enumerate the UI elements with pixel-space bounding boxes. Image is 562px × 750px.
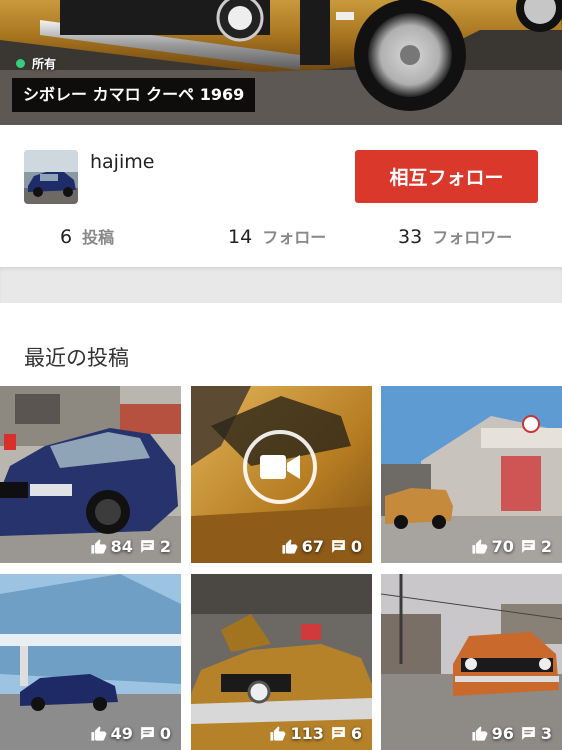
comment-icon: [140, 540, 154, 553]
post-tile[interactable]: 96 3: [381, 574, 562, 750]
like-count: 96: [491, 724, 514, 743]
comment-count: 0: [159, 724, 171, 743]
comment-count: 2: [540, 537, 552, 556]
like-count: 67: [301, 537, 324, 556]
thumbs-up-icon: [270, 726, 286, 741]
post-stats: 70 2: [471, 537, 552, 556]
cover-photo[interactable]: 所有 シボレー カマロ クーペ 1969: [0, 0, 562, 125]
comment-count: 3: [540, 724, 552, 743]
status-dot-icon: [16, 59, 25, 68]
comment-count: 6: [350, 724, 362, 743]
profile-card: hajime 相互フォロー 6 投稿 14 フォロー 33 フォロワー: [0, 125, 562, 267]
avatar-image: [24, 150, 78, 204]
comment-icon: [521, 540, 535, 553]
like-count: 70: [491, 537, 514, 556]
post-tile[interactable]: 84 2: [0, 386, 181, 563]
thumbs-up-icon: [282, 539, 297, 554]
post-tile[interactable]: 113 6: [191, 574, 372, 750]
username[interactable]: hajime: [90, 151, 154, 173]
stat-followers[interactable]: 33 フォロワー: [398, 224, 512, 248]
video-play-button[interactable]: [243, 430, 317, 504]
comment-icon: [521, 727, 535, 740]
post-stats: 113 6: [269, 724, 362, 743]
thumbs-up-icon: [472, 539, 487, 554]
thumbs-up-icon: [91, 726, 106, 741]
stat-following-count: 14: [228, 226, 253, 248]
post-tile[interactable]: 49 0: [0, 574, 181, 750]
ownership-badge: 所有: [16, 55, 56, 72]
post-tile[interactable]: 70 2: [381, 386, 562, 563]
thumbs-up-icon: [91, 539, 106, 554]
comment-icon: [331, 727, 345, 740]
comment-count: 2: [159, 537, 171, 556]
like-count: 84: [110, 537, 133, 556]
stat-followers-label: フォロワー: [432, 228, 513, 247]
post-stats: 84 2: [90, 537, 171, 556]
stat-posts-label: 投稿: [82, 228, 115, 247]
like-count: 113: [290, 724, 324, 743]
mutual-follow-button[interactable]: 相互フォロー: [355, 150, 538, 203]
comment-icon: [140, 727, 154, 740]
post-stats: 96 3: [471, 724, 552, 743]
comment-count: 0: [350, 537, 362, 556]
post-tile[interactable]: 67 0: [191, 386, 372, 563]
stat-posts[interactable]: 6 投稿: [60, 224, 114, 248]
car-title[interactable]: シボレー カマロ クーペ 1969: [12, 78, 256, 112]
post-stats: 49 0: [90, 724, 171, 743]
ownership-label: 所有: [32, 57, 57, 71]
stat-posts-count: 6: [60, 226, 73, 248]
video-camera-icon: [260, 455, 300, 479]
recent-posts-title: 最近の投稿: [24, 346, 129, 370]
avatar[interactable]: [24, 150, 78, 204]
like-count: 49: [110, 724, 133, 743]
post-stats: 67 0: [281, 537, 362, 556]
stat-following[interactable]: 14 フォロー: [228, 224, 326, 248]
stat-followers-count: 33: [398, 226, 423, 248]
comment-icon: [331, 540, 345, 553]
thumbs-up-icon: [472, 726, 487, 741]
stat-following-label: フォロー: [262, 228, 327, 247]
section-divider: [0, 267, 562, 303]
